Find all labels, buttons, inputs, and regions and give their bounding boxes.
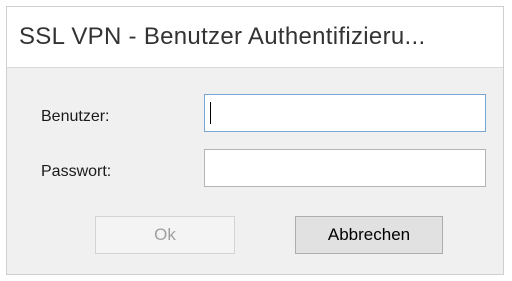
text-caret xyxy=(210,102,211,124)
dialog-title: SSL VPN - Benutzer Authentifizieru... xyxy=(19,23,426,50)
dialog-titlebar[interactable]: SSL VPN - Benutzer Authentifizieru... xyxy=(7,7,503,67)
login-dialog: SSL VPN - Benutzer Authentifizieru... Be… xyxy=(6,6,504,275)
user-label: Benutzer: xyxy=(41,108,110,125)
password-label: Passwort: xyxy=(41,163,112,180)
user-input[interactable] xyxy=(204,94,486,132)
dialog-body: Benutzer: Passwort: Ok Abbrechen xyxy=(7,67,503,274)
ok-button[interactable]: Ok xyxy=(95,216,235,254)
password-input[interactable] xyxy=(204,149,486,187)
cancel-button[interactable]: Abbrechen xyxy=(295,216,443,254)
